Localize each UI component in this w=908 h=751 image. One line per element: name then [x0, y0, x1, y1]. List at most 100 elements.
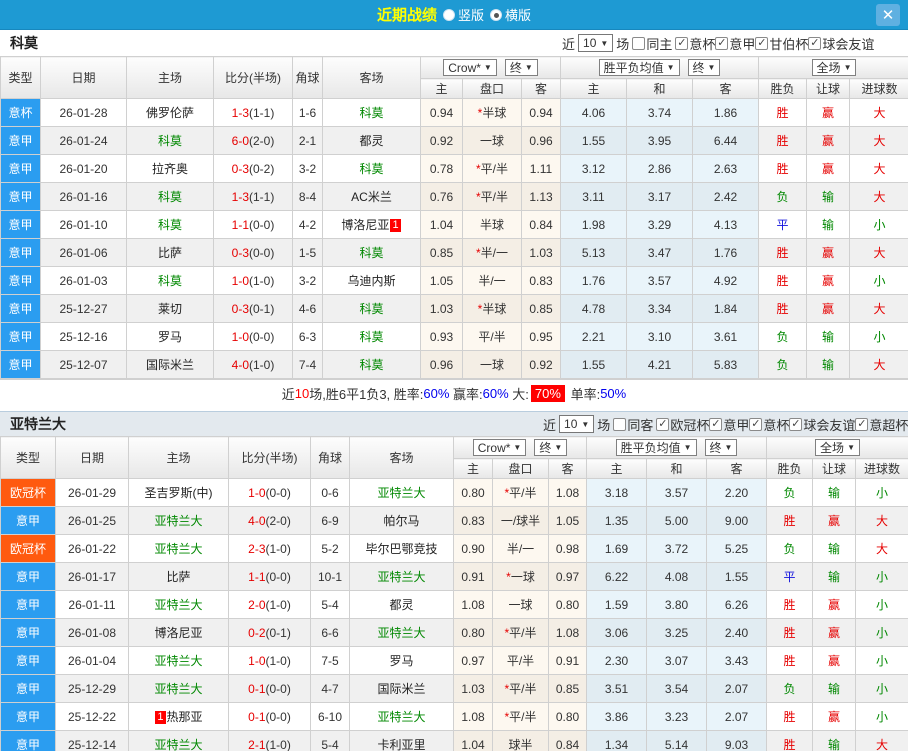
score-cell: 2-0(1-0): [228, 590, 311, 619]
away-team: 都灵: [322, 126, 421, 155]
handicap-line: 半球: [462, 210, 522, 239]
final-wdl-dropdown[interactable]: 终 ▼: [704, 439, 738, 456]
chevron-down-icon: ▼: [843, 63, 852, 72]
final-odds-dropdown[interactable]: 终 ▼: [504, 59, 538, 76]
match-row: 意甲 26-01-10 科莫 1-1(0-0) 4-2 博洛尼亚 1 1.04 半球 0.84 1.…: [0, 210, 908, 239]
home-odds: 1.03: [420, 294, 463, 323]
wdl-average-dropdown[interactable]: 胜平负均值 ▼: [598, 59, 680, 76]
winlose-result: 胜: [766, 506, 814, 535]
red-card-badge: 1: [390, 219, 401, 233]
avg-away-odds: 4.92: [691, 266, 760, 295]
checkbox-checked-icon[interactable]: ✓: [715, 36, 729, 50]
team-label: 亚特兰大: [377, 570, 426, 584]
checkbox-checked-icon[interactable]: ✓: [789, 417, 803, 431]
wdl-average-dropdown[interactable]: 胜平负均值 ▼: [615, 439, 697, 456]
score-cell: 0-3(0-1): [213, 294, 293, 323]
home-odds: 1.05: [420, 266, 463, 295]
home-team: 莱切: [126, 294, 214, 323]
handicap-result: 输: [812, 562, 857, 591]
away-team: 乌迪内斯: [322, 266, 421, 295]
score-cell: 4-0(1-0): [213, 350, 293, 379]
full-match-dropdown[interactable]: 全场 ▼: [811, 59, 857, 76]
radio-label: 横版: [505, 8, 532, 23]
matches-table: 类型 日期 主场 比分(半场) 角球 客场 Crow* ▼ 终 ▼ 胜平负均值 ▼ 终…: [0, 436, 908, 751]
sub-header-away-odds: 客: [521, 78, 561, 99]
checkbox-icon[interactable]: [613, 417, 627, 431]
league-type-cell: 意甲: [0, 266, 41, 295]
league-filter[interactable]: ✓ 甘伯杯: [755, 34, 808, 53]
checkbox-icon[interactable]: [632, 36, 646, 50]
team-label: 科莫: [157, 134, 182, 148]
league-filter[interactable]: ✓ 意杯: [749, 415, 789, 434]
handicap-line: *半球: [462, 98, 522, 127]
goals-result: 小: [849, 266, 908, 295]
radio-label: 竖版: [457, 8, 484, 23]
league-filter[interactable]: ✓ 意甲: [709, 415, 749, 434]
league-filter-label: 意杯: [763, 417, 790, 433]
team-label: 亚特兰大: [154, 682, 203, 696]
league-type-cell: 意甲: [0, 350, 41, 379]
league-filter[interactable]: ✓ 欧冠杯: [656, 415, 709, 434]
checkbox-checked-icon[interactable]: ✓: [709, 417, 723, 431]
team-label: 乌迪内斯: [347, 274, 396, 288]
avg-draw-odds: 3.07: [646, 646, 707, 675]
halftime-score: (1-0): [249, 273, 275, 288]
handicap-result: 赢: [806, 98, 851, 127]
handicap-result: 输: [812, 478, 857, 507]
winlose-result: 胜: [766, 618, 814, 647]
avg-home-odds: 5.13: [560, 238, 627, 267]
fulltime-score: 4-0: [248, 513, 266, 528]
final-wdl-dropdown[interactable]: 终 ▼: [687, 59, 721, 76]
avg-draw-odds: 3.95: [626, 126, 693, 155]
team-label: 亚特兰大: [377, 486, 426, 500]
chevron-down-icon: ▼: [683, 443, 692, 452]
home-odds: 0.90: [453, 534, 493, 563]
avg-draw-odds: 5.14: [646, 730, 707, 751]
same-venue-filter[interactable]: 同主: [632, 34, 672, 53]
league-filter[interactable]: ✓ 意超杯: [855, 415, 908, 434]
radio-selected-icon[interactable]: [490, 8, 502, 21]
league-filter[interactable]: ✓ 球会友谊: [808, 34, 874, 53]
col-header-home: 主场: [126, 56, 214, 99]
layout-radio-vertical[interactable]: 竖版: [442, 5, 484, 24]
checkbox-checked-icon[interactable]: ✓: [855, 417, 869, 431]
avg-home-odds: 6.22: [586, 562, 647, 591]
league-type-cell: 意甲: [0, 126, 41, 155]
team-label: 毕尔巴鄂竞技: [365, 542, 438, 556]
match-row: 欧冠杯 26-01-22 亚特兰大 2-3(1-0) 5-2 毕尔巴鄂竞技 0.90 半/一 0…: [0, 534, 908, 563]
games-count-select[interactable]: 10 ▼: [559, 415, 595, 433]
bookmaker-dropdown[interactable]: Crow* ▼: [443, 59, 497, 76]
checkbox-checked-icon[interactable]: ✓: [755, 36, 769, 50]
checkbox-checked-icon[interactable]: ✓: [808, 36, 822, 50]
league-filter[interactable]: ✓ 球会友谊: [789, 415, 855, 434]
home-odds: 1.04: [420, 210, 463, 239]
section-header: 科莫 近 10 ▼ 场 同主 ✓ 意杯 ✓ 意甲 ✓ 甘伯杯 ✓ 球会友谊: [0, 30, 908, 56]
corner-score: 1-5: [292, 238, 323, 267]
league-filter[interactable]: ✓ 意杯: [675, 34, 715, 53]
league-filter[interactable]: ✓ 意甲: [715, 34, 755, 53]
final-odds-dropdown[interactable]: 终 ▼: [534, 439, 568, 456]
same-venue-filter[interactable]: 同客: [613, 415, 653, 434]
away-team: 科莫: [322, 238, 421, 267]
checkbox-checked-icon[interactable]: ✓: [675, 36, 689, 50]
avg-draw-odds: 3.47: [626, 238, 693, 267]
radio-icon[interactable]: [442, 8, 455, 21]
summary-segment: 70%: [530, 384, 565, 402]
checkbox-checked-icon[interactable]: ✓: [656, 417, 670, 431]
home-team: 科莫: [126, 210, 214, 239]
halftime-score: (0-0): [265, 485, 291, 500]
fulltime-score: 0-3: [231, 245, 249, 260]
full-match-dropdown[interactable]: 全场 ▼: [815, 439, 860, 456]
layout-radio-horizontal[interactable]: 横版: [490, 5, 531, 24]
red-card-badge: 1: [155, 711, 166, 725]
away-odds: 0.97: [548, 562, 587, 591]
avg-away-odds: 2.40: [705, 618, 768, 647]
league-type-cell: 意甲: [0, 590, 56, 619]
home-odds: 0.94: [420, 98, 463, 127]
close-icon[interactable]: ✕: [876, 4, 900, 26]
team-label: 科莫: [359, 246, 384, 260]
games-count-select[interactable]: 10 ▼: [578, 34, 614, 52]
bookmaker-dropdown[interactable]: Crow* ▼: [472, 439, 527, 456]
checkbox-checked-icon[interactable]: ✓: [749, 417, 763, 431]
away-odds: 0.83: [521, 266, 561, 295]
